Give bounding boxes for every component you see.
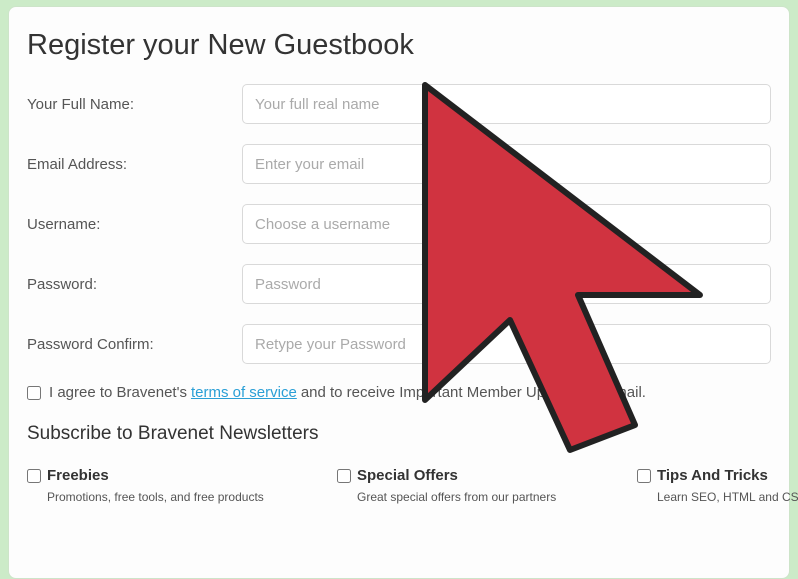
password-confirm-input[interactable] (242, 324, 771, 364)
newsletters-heading: Subscribe to Bravenet Newsletters (27, 423, 771, 445)
newsletter-freebies-title: Freebies (47, 467, 109, 484)
email-row: Email Address: (27, 144, 771, 184)
fullname-input[interactable] (242, 84, 771, 124)
page-title: Register your New Guestbook (27, 29, 771, 62)
terms-text-before: I agree to Bravenet's (49, 384, 187, 401)
newsletter-tips-title-row: Tips And Tricks (637, 467, 798, 484)
password-row: Password: (27, 264, 771, 304)
newsletter-special-title-row: Special Offers (337, 467, 617, 484)
password-input[interactable] (242, 264, 771, 304)
newsletters-row: Freebies Promotions, free tools, and fre… (27, 467, 771, 504)
newsletter-special: Special Offers Great special offers from… (337, 467, 617, 504)
password-confirm-label: Password Confirm: (27, 336, 242, 353)
username-label: Username: (27, 216, 242, 233)
password-confirm-row: Password Confirm: (27, 324, 771, 364)
password-label: Password: (27, 276, 242, 293)
username-row: Username: (27, 204, 771, 244)
newsletter-freebies-desc: Promotions, free tools, and free product… (27, 490, 317, 504)
newsletter-tips-desc: Learn SEO, HTML and CSS a (637, 490, 798, 504)
newsletter-freebies: Freebies Promotions, free tools, and fre… (27, 467, 317, 504)
terms-text-after: and to receive Important Member Updates … (301, 384, 646, 401)
fullname-row: Your Full Name: (27, 84, 771, 124)
newsletter-freebies-checkbox[interactable] (27, 469, 41, 483)
fullname-label: Your Full Name: (27, 96, 242, 113)
newsletter-tips-title: Tips And Tricks (657, 467, 768, 484)
register-card: Register your New Guestbook Your Full Na… (8, 6, 790, 579)
newsletter-special-checkbox[interactable] (337, 469, 351, 483)
newsletter-tips-checkbox[interactable] (637, 469, 651, 483)
terms-agree-checkbox[interactable] (27, 386, 41, 400)
username-input[interactable] (242, 204, 771, 244)
email-input[interactable] (242, 144, 771, 184)
email-label: Email Address: (27, 156, 242, 173)
newsletter-freebies-title-row: Freebies (27, 467, 317, 484)
terms-agree-row: I agree to Bravenet's terms of service a… (27, 384, 771, 401)
terms-link[interactable]: terms of service (191, 384, 297, 401)
newsletter-tips: Tips And Tricks Learn SEO, HTML and CSS … (637, 467, 798, 504)
newsletter-special-title: Special Offers (357, 467, 458, 484)
newsletter-special-desc: Great special offers from our partners (337, 490, 617, 504)
